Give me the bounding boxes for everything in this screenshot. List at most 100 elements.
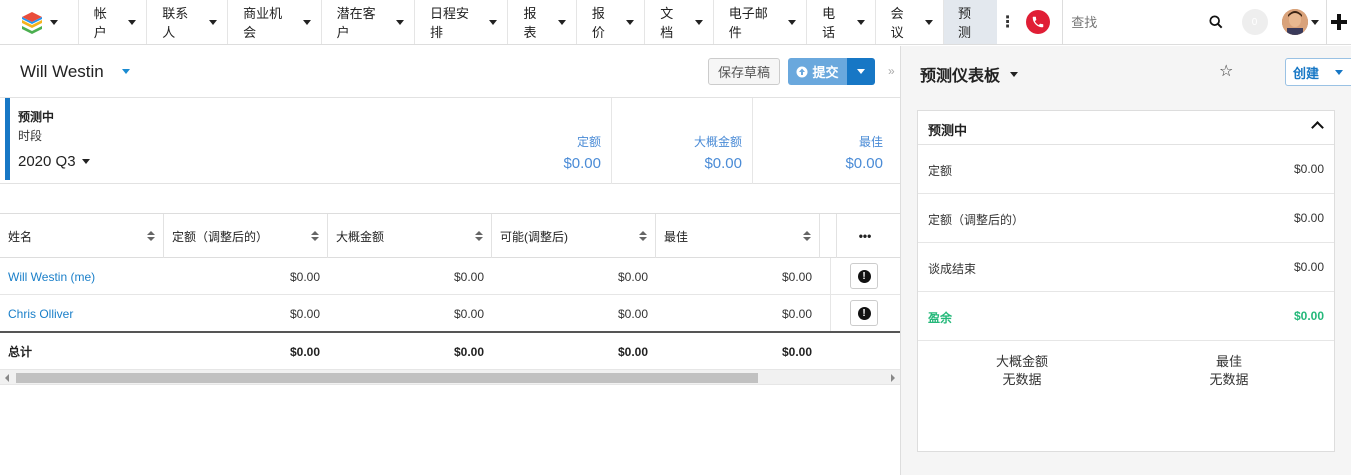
chevron-down-icon (1010, 71, 1019, 77)
nav-item-calls[interactable]: 电话 (806, 0, 874, 44)
nav-item-contacts[interactable]: 联系人 (146, 0, 227, 44)
nav-item-leads[interactable]: 潜在客户 (320, 0, 414, 44)
row-name-link[interactable]: Chris Olliver (0, 295, 164, 332)
nav-item-quotes[interactable]: 报价 (575, 0, 644, 44)
column-header-label: 可能(调整后) (500, 229, 568, 244)
chevron-up-icon[interactable] (1311, 121, 1324, 134)
chevron-down-icon[interactable] (489, 19, 498, 25)
user-menu[interactable] (1278, 0, 1326, 44)
dashboard-title[interactable]: 预测仪表板 (920, 62, 1019, 86)
submit-icon (796, 66, 808, 77)
nav-item-reports[interactable]: 报表 (507, 0, 575, 44)
column-header-best[interactable]: 最佳 (656, 214, 820, 258)
search-input[interactable] (1071, 14, 1192, 30)
phone-icon (1026, 10, 1051, 34)
global-search[interactable] (1062, 0, 1231, 44)
more-menu-icon[interactable]: ⋮ (997, 0, 1018, 44)
column-header-possible-adjusted[interactable]: 可能(调整后) (492, 214, 656, 258)
nav-item-documents[interactable]: 文档 (644, 0, 712, 44)
table-cell: $0.00 (289, 269, 320, 284)
create-button[interactable]: 创建 (1285, 58, 1327, 86)
quick-create-button[interactable] (1325, 0, 1351, 44)
summary-best: 最佳 $0.00 (752, 98, 893, 184)
table-cell: $0.00 (617, 269, 648, 284)
chevron-down-icon[interactable] (856, 19, 865, 25)
column-header-label: 姓名 (8, 229, 33, 244)
phone-button[interactable] (1018, 0, 1062, 44)
nodata-text: 无数据 (1002, 372, 1042, 387)
search-icon[interactable] (1209, 15, 1223, 29)
scroll-right-icon[interactable] (891, 374, 895, 382)
dashlet-row-label: 盈余 (928, 311, 953, 325)
dashlet-title: 预测中 (928, 123, 968, 138)
dashboard-title-text: 预测仪表板 (920, 68, 1001, 85)
period-label: 时段 (18, 129, 43, 143)
save-draft-button[interactable]: 保存草稿 (708, 58, 780, 85)
dashlet-row-value: $0.00 (1293, 211, 1324, 225)
sort-icon[interactable] (639, 231, 647, 241)
nav-item-accounts[interactable]: 帐户 (77, 0, 146, 44)
chevron-down-icon[interactable] (788, 19, 797, 25)
notifications-button[interactable]: 0 (1231, 0, 1277, 44)
scroll-left-icon[interactable] (5, 374, 9, 382)
summary-col-label: 大概金额 (693, 135, 742, 149)
chevron-down-icon[interactable] (694, 19, 703, 25)
nav-item-opportunities[interactable]: 商业机会 (227, 0, 320, 44)
nav-item-label: 帐户 (93, 6, 107, 40)
record-title: Will Westin (20, 61, 104, 81)
nav-item-forecasts[interactable]: 预测 (942, 0, 998, 44)
column-header-likely[interactable]: 大概金额 (328, 214, 492, 258)
dashlet-row-value: $0.00 (1293, 260, 1324, 274)
submit-button[interactable]: 提交 (788, 58, 847, 85)
table-cell: $0.00 (289, 306, 320, 321)
nav-item-label: 预测 (957, 6, 971, 40)
submit-label: 提交 (812, 65, 839, 80)
chevron-down-icon[interactable] (626, 19, 635, 25)
column-header-name[interactable]: 姓名 (0, 214, 164, 258)
collapse-panel-icon[interactable]: » (888, 64, 895, 78)
nav-item-label: 电子邮件 (728, 6, 768, 40)
horizontal-scrollbar[interactable] (0, 369, 900, 385)
summary-col-value: $0.00 (845, 155, 883, 172)
nav-item-emails[interactable]: 电子邮件 (712, 0, 806, 44)
table-cell: $0.00 (781, 306, 812, 321)
row-alert-button[interactable]: ! (850, 263, 878, 289)
table-row: Will Westin (me) $0.00 $0.00 $0.00 $0.00… (0, 258, 900, 295)
chevron-down-icon[interactable] (128, 19, 137, 25)
chevron-down-icon (1334, 69, 1343, 75)
chevron-down-icon[interactable] (396, 19, 405, 25)
period-selector[interactable]: 2020 Q3 (18, 153, 90, 170)
record-header: Will Westin 保存草稿 提交 (0, 46, 900, 98)
chevron-down-icon[interactable] (924, 19, 933, 25)
summary-col-value: $0.00 (563, 155, 601, 172)
dashlet-row-label: 谈成结束 (928, 262, 977, 276)
row-name-link[interactable]: Will Westin (me) (0, 258, 164, 295)
app-menu-button[interactable] (0, 0, 78, 44)
summary-label: 预测中 (18, 110, 55, 124)
nav-item-calendar[interactable]: 日程安排 (414, 0, 507, 44)
sort-icon[interactable] (311, 231, 319, 241)
table-cell: $0.00 (453, 306, 484, 321)
period-value: 2020 Q3 (18, 153, 76, 170)
chevron-down-icon[interactable] (121, 69, 130, 74)
column-header-label: 定额（调整后的） (172, 229, 269, 244)
nav-item-label: 文档 (660, 6, 674, 40)
row-alert-button[interactable]: ! (850, 300, 878, 326)
forecast-summary: 预测中 时段 2020 Q3 定额 $0.00 大概金额 $0.00 最佳 $0… (0, 98, 900, 184)
top-navigation: 帐户 联系人 商业机会 潜在客户 日程安排 报表 报价 文档 电子邮件 电话 会… (0, 0, 1351, 45)
favorite-star-icon[interactable]: ☆ (1219, 61, 1233, 81)
scrollbar-thumb[interactable] (16, 373, 758, 383)
chevron-down-icon[interactable] (302, 19, 311, 25)
column-header-quota-adjusted[interactable]: 定额（调整后的） (164, 214, 328, 258)
sort-icon[interactable] (803, 231, 811, 241)
sort-icon[interactable] (475, 231, 483, 241)
chevron-down-icon[interactable] (557, 19, 566, 25)
chevron-down-icon[interactable] (209, 19, 218, 25)
nav-item-meetings[interactable]: 会议 (874, 0, 943, 44)
total-cell: $0.00 (781, 344, 812, 359)
submit-menu-button[interactable] (847, 58, 875, 85)
table-header: 姓名 定额（调整后的） 大概金额 可能(调整后) 最佳 ••• (0, 213, 900, 258)
row-actions-header[interactable]: ••• (830, 214, 900, 258)
create-menu-button[interactable] (1326, 58, 1351, 86)
sort-icon[interactable] (147, 231, 155, 241)
